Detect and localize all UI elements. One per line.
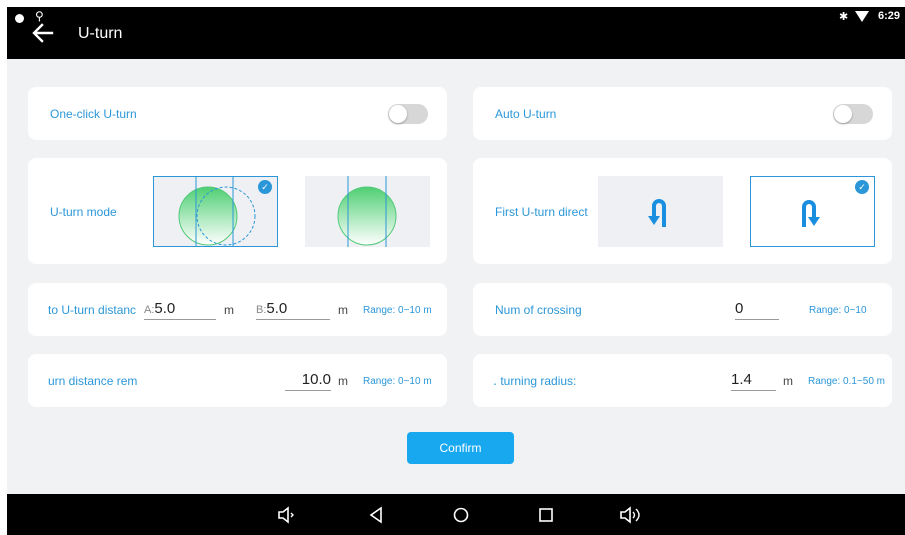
navigation-bar (7, 494, 905, 535)
uturn-mode-card: U-turn mode ✓ (28, 158, 447, 264)
distance-a-unit: m (224, 303, 234, 317)
nav-home-icon[interactable] (452, 506, 470, 524)
screen: ⚲ U-turn ✱ 6:29 One-click U-turn Auto U-… (7, 7, 905, 535)
volume-up-icon[interactable] (619, 506, 643, 524)
selected-check-icon: ✓ (258, 180, 272, 194)
direction-option-left[interactable] (598, 176, 723, 247)
volume-down-icon[interactable] (277, 506, 295, 524)
uturn-left-arrow-icon (648, 199, 666, 227)
first-direction-card: First U-turn direct ✓ (473, 158, 892, 264)
nav-recents-icon[interactable] (537, 506, 555, 524)
auto-uturn-label: Auto U-turn (495, 107, 557, 121)
distance-rem-field[interactable]: 10.0 (285, 370, 331, 391)
bluetooth-icon: ✱ (839, 11, 849, 23)
num-crossing-field[interactable]: 0 (735, 299, 779, 320)
num-crossing-range: Range: 0~10 (809, 305, 867, 316)
uturn-distance-label: to U-turn distanc (48, 303, 137, 317)
turning-radius-card: ․ turning radius: 1.4 m Range: 0.1~50 m (473, 354, 892, 407)
title-bar: ⚲ U-turn ✱ 6:29 (7, 7, 905, 59)
num-crossing-label: Num of crossing (495, 303, 582, 317)
nav-back-icon[interactable] (367, 506, 385, 524)
page-title: U-turn (78, 25, 123, 42)
uturn-mode-label: U-turn mode (50, 205, 117, 219)
uturn-distance-card: to U-turn distanc A:5.0 m B:5.0 m Range:… (28, 283, 447, 336)
uturn-mode-option-overlap[interactable]: ✓ (153, 176, 278, 247)
auto-uturn-toggle[interactable] (833, 104, 873, 124)
one-click-uturn-label: One-click U-turn (50, 107, 137, 121)
distance-b-field[interactable]: B:5.0 (256, 299, 330, 320)
one-click-uturn-toggle[interactable] (388, 104, 428, 124)
distance-b-unit: m (338, 303, 348, 317)
confirm-button[interactable]: Confirm (407, 432, 514, 464)
turning-radius-unit: m (783, 374, 793, 388)
single-turn-diagram-icon (337, 176, 397, 247)
turning-radius-range: Range: 0.1~50 m (808, 376, 885, 387)
auto-uturn-card: Auto U-turn (473, 87, 892, 140)
distance-rem-card: urn distance rem 10.0 m Range: 0~10 m (28, 354, 447, 407)
distance-rem-label: urn distance rem (48, 374, 138, 388)
direction-option-right[interactable]: ✓ (750, 176, 875, 247)
distance-b-value: 5.0 (266, 300, 288, 317)
num-crossing-card: Num of crossing 0 Range: 0~10 (473, 283, 892, 336)
distance-rem-range: Range: 0~10 m (363, 376, 432, 387)
distance-a-field[interactable]: A:5.0 (144, 299, 216, 320)
wifi-icon (855, 11, 869, 22)
turning-radius-field[interactable]: 1.4 (731, 370, 776, 391)
distance-a-prefix: A: (144, 304, 155, 316)
notification-dot-icon (15, 14, 24, 23)
back-arrow-icon[interactable] (31, 21, 55, 45)
distance-a-value: 5.0 (154, 300, 176, 317)
status-time: 6:29 (878, 10, 901, 22)
uturn-mode-option-single[interactable] (305, 176, 430, 247)
selected-check-icon: ✓ (855, 180, 869, 194)
distance-b-prefix: B: (256, 304, 267, 316)
turning-radius-label: ․ turning radius: (493, 374, 577, 388)
one-click-uturn-card: One-click U-turn (28, 87, 447, 140)
distance-rem-unit: m (338, 374, 348, 388)
distance-range: Range: 0~10 m (363, 305, 432, 316)
first-direction-label: First U-turn direct (495, 205, 588, 219)
